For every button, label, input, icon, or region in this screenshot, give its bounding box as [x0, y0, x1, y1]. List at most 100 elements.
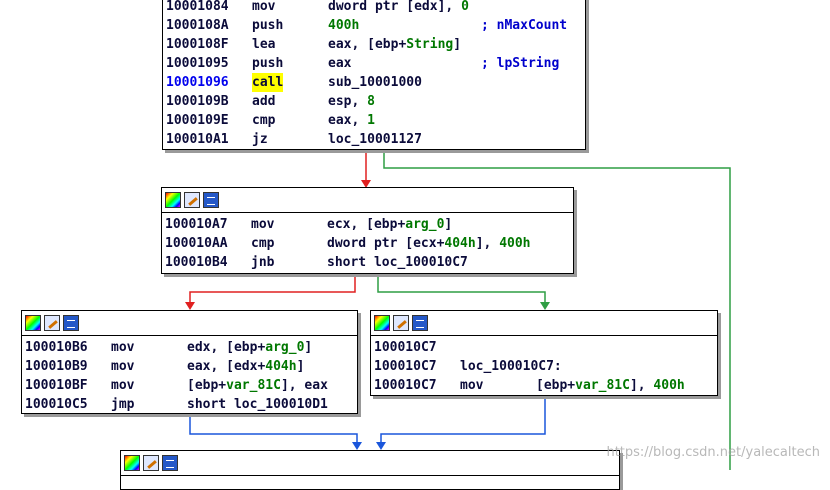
- line-mnemonic[interactable]: jz: [252, 130, 268, 149]
- line-address: 100010A7: [165, 217, 228, 232]
- color-graph-icon[interactable]: [124, 455, 140, 471]
- disasm-line[interactable]: 1000108F lea eax, [ebp+String]: [166, 35, 585, 54]
- line-address: 100010BF: [25, 378, 88, 393]
- line-mnemonic[interactable]: mov: [251, 215, 274, 234]
- line-mnemonic[interactable]: mov: [111, 338, 134, 357]
- line-operands[interactable]: edx, [ebp+arg_0]: [187, 338, 312, 357]
- line-address: 100010C7: [374, 359, 437, 374]
- line-mnemonic[interactable]: mov: [111, 376, 134, 395]
- line-address: 100010A1: [166, 132, 229, 147]
- block-2-titlebar: [162, 188, 573, 213]
- disasm-line[interactable]: 100010C7 loc_100010C7:: [374, 357, 717, 376]
- line-address: 1000108F: [166, 37, 229, 52]
- line-comment: ; lpString: [481, 56, 560, 71]
- text-view-icon[interactable]: [412, 315, 428, 331]
- line-address: 100010B9: [25, 359, 88, 374]
- line-address: 10001095: [166, 56, 229, 71]
- line-mnemonic[interactable]: mov: [111, 357, 134, 376]
- text-view-icon[interactable]: [162, 455, 178, 471]
- code-block-2[interactable]: 100010A7 mov ecx, [ebp+arg_0] 100010AA cmp dw…: [161, 187, 574, 274]
- block-3-lines: 100010B6 mov edx, [ebp+arg_0] 100010B9 mov ea…: [22, 336, 357, 416]
- edge-false-b2-b3: [189, 274, 356, 302]
- block-3-titlebar: [22, 311, 357, 336]
- block-4-titlebar: [371, 311, 717, 336]
- disasm-line[interactable]: 10001095 push eax ; lpString: [166, 54, 585, 73]
- disasm-line[interactable]: 1000109B add esp, 8: [166, 92, 585, 111]
- disasm-line[interactable]: 100010B6 mov edx, [ebp+arg_0]: [25, 338, 357, 357]
- disasm-line[interactable]: 1000108A push 400h ; nMaxCount: [166, 16, 585, 35]
- line-mnemonic[interactable]: cmp: [251, 234, 274, 253]
- disasm-line[interactable]: 10001096 call sub_10001000: [166, 73, 585, 92]
- disasm-line[interactable]: 100010AA cmp dword ptr [ecx+404h], 400h: [165, 234, 573, 253]
- edit-pencil-icon[interactable]: [393, 315, 409, 331]
- line-address: 100010C5: [25, 397, 88, 412]
- color-graph-icon[interactable]: [374, 315, 390, 331]
- line-mnemonic[interactable]: jnb: [251, 253, 274, 272]
- block-2-lines: 100010A7 mov ecx, [ebp+arg_0] 100010AA cmp dw…: [162, 213, 573, 274]
- code-block-1[interactable]: 10001084 mov dword ptr [edx], 0 1000108A pus…: [162, 0, 586, 150]
- color-graph-icon[interactable]: [25, 315, 41, 331]
- line-operands[interactable]: short loc_100010C7: [327, 253, 468, 272]
- line-address: 1000108A: [166, 18, 229, 33]
- code-block-4[interactable]: 100010C7 100010C7 loc_100010C7: 100010C7 mov…: [370, 310, 718, 396]
- text-view-icon[interactable]: [63, 315, 79, 331]
- disasm-line[interactable]: 100010C7 mov [ebp+var_81C], 400h: [374, 376, 717, 395]
- line-mnemonic[interactable]: push: [252, 16, 283, 35]
- disasm-line[interactable]: 100010A7 mov ecx, [ebp+arg_0]: [165, 215, 573, 234]
- edit-pencil-icon[interactable]: [44, 315, 60, 331]
- disasm-line[interactable]: 100010C5 jmp short loc_100010D1: [25, 395, 357, 414]
- line-operands[interactable]: esp, 8: [328, 92, 375, 111]
- code-block-5[interactable]: [120, 450, 620, 490]
- edge-arrow-b2-b3: [185, 302, 195, 310]
- edge-uncond-b4-b5: [380, 396, 546, 442]
- line-operands[interactable]: ecx, [ebp+arg_0]: [327, 215, 452, 234]
- line-operands[interactable]: dword ptr [edx], 0: [328, 0, 469, 16]
- line-operands[interactable]: eax: [328, 54, 351, 73]
- edge-uncond-b3-b5: [189, 414, 358, 442]
- disasm-line[interactable]: 100010B9 mov eax, [edx+404h]: [25, 357, 357, 376]
- line-operands[interactable]: dword ptr [ecx+404h], 400h: [327, 234, 531, 253]
- line-mnemonic[interactable]: mov: [460, 376, 483, 395]
- line-operands[interactable]: short loc_100010D1: [187, 395, 328, 414]
- line-mnemonic[interactable]: loc_100010C7:: [460, 357, 562, 376]
- line-address: 10001084: [166, 0, 229, 14]
- line-address: 1000109E: [166, 113, 229, 128]
- line-mnemonic[interactable]: jmp: [111, 395, 134, 414]
- block-1-lines: 10001084 mov dword ptr [edx], 0 1000108A pus…: [163, 0, 585, 151]
- line-mnemonic[interactable]: cmp: [252, 111, 275, 130]
- line-mnemonic[interactable]: lea: [252, 35, 275, 54]
- line-operands[interactable]: eax, [edx+404h]: [187, 357, 304, 376]
- line-operands[interactable]: eax, [ebp+String]: [328, 35, 461, 54]
- line-operands[interactable]: eax, 1: [328, 111, 375, 130]
- line-address: 10001096: [166, 75, 229, 90]
- disasm-line[interactable]: 100010BF mov [ebp+var_81C], eax: [25, 376, 357, 395]
- line-address: 1000109B: [166, 94, 229, 109]
- edge-arrow-b3-b5: [352, 442, 362, 450]
- disasm-line[interactable]: 1000109E cmp eax, 1: [166, 111, 585, 130]
- color-graph-icon[interactable]: [165, 192, 181, 208]
- block-4-lines: 100010C7 100010C7 loc_100010C7: 100010C7 mov…: [371, 336, 717, 397]
- code-block-3[interactable]: 100010B6 mov edx, [ebp+arg_0] 100010B9 mov ea…: [21, 310, 358, 414]
- text-view-icon[interactable]: [203, 192, 219, 208]
- line-operands[interactable]: 400h: [328, 16, 359, 35]
- line-address: 100010B4: [165, 255, 228, 270]
- edit-pencil-icon[interactable]: [184, 192, 200, 208]
- line-operands[interactable]: sub_10001000: [328, 73, 422, 92]
- watermark: https://blog.csdn.net/yalecaltech: [606, 445, 820, 460]
- disasm-line[interactable]: 100010B4 jnb short loc_100010C7: [165, 253, 573, 272]
- line-mnemonic[interactable]: mov: [252, 0, 275, 16]
- line-operands[interactable]: [ebp+var_81C], eax: [187, 376, 328, 395]
- line-operands[interactable]: [ebp+var_81C], 400h: [536, 376, 685, 395]
- disasm-line[interactable]: 10001084 mov dword ptr [edx], 0: [166, 0, 585, 16]
- edge-true-b2-b4: [377, 274, 546, 302]
- line-mnemonic[interactable]: push: [252, 54, 283, 73]
- edit-pencil-icon[interactable]: [143, 455, 159, 471]
- edge-arrow-b2-b4: [540, 302, 550, 310]
- disasm-line[interactable]: 100010A1 jz loc_10001127: [166, 130, 585, 149]
- line-address: 100010C7: [374, 378, 437, 393]
- line-operands[interactable]: loc_10001127: [328, 130, 422, 149]
- line-mnemonic[interactable]: add: [252, 92, 275, 111]
- disasm-line[interactable]: 100010C7: [374, 338, 717, 357]
- line-mnemonic[interactable]: call: [252, 73, 284, 92]
- block-5-titlebar: [121, 451, 619, 476]
